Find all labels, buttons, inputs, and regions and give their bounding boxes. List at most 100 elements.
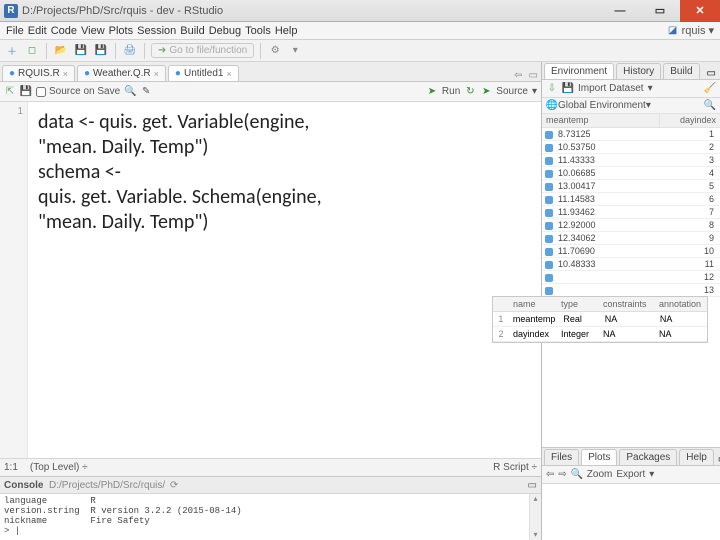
env-row[interactable]: 12.340629	[542, 232, 720, 245]
close-button[interactable]: ✕	[680, 0, 720, 22]
save-button[interactable]: 💾	[73, 43, 89, 59]
zoom-button[interactable]: Zoom	[587, 469, 613, 480]
new-file-button[interactable]: ＋	[4, 43, 20, 59]
source-dropdown[interactable]: ▾	[532, 86, 537, 97]
addins-button[interactable]: ⚙	[267, 43, 283, 59]
tab-build[interactable]: Build	[663, 63, 699, 79]
maximize-button[interactable]: ▭	[640, 0, 680, 22]
env-toolbar: ⇩ 💾 Import Dataset▾ 🧹	[542, 80, 720, 98]
tab-history[interactable]: History	[616, 63, 661, 79]
pane-collapse[interactable]: ▭	[526, 70, 541, 81]
run-icon: ➤	[426, 86, 438, 98]
menu-view[interactable]: View	[81, 25, 105, 37]
plot-area	[542, 484, 720, 540]
scope-selector[interactable]: (Top Level) ÷	[30, 462, 88, 473]
pane-collapse[interactable]: ▭	[714, 454, 720, 465]
env-list: 8.731251 10.537502 11.433333 10.066854 1…	[542, 128, 720, 447]
pane-collapse[interactable]: ▭	[703, 68, 720, 79]
minimize-button[interactable]: —	[600, 0, 640, 22]
editor-statusbar: 1:1 (Top Level) ÷ R Script ÷	[0, 458, 541, 476]
env-row[interactable]: 12.920008	[542, 219, 720, 232]
close-tab-icon[interactable]: ×	[63, 69, 68, 79]
project-label[interactable]: ◪ rquis ▾	[667, 24, 714, 37]
search-env-icon[interactable]: 🔍	[704, 100, 716, 111]
find-icon[interactable]: 🔍	[124, 86, 136, 98]
save-icon[interactable]: 💾	[20, 86, 32, 98]
col-constraints: constraints	[599, 297, 655, 311]
env-scope[interactable]: 🌐 Global Environment▾ 🔍	[542, 98, 720, 114]
env-row[interactable]: 11.433333	[542, 154, 720, 167]
console-clear-icon[interactable]: ⟳	[170, 480, 178, 491]
col-name: name	[509, 297, 557, 311]
app-icon: R	[4, 4, 18, 18]
plot-next[interactable]: ⇨	[558, 469, 566, 480]
env-row[interactable]: 10.066854	[542, 167, 720, 180]
rerun-button[interactable]: ↻	[464, 86, 476, 98]
close-tab-icon[interactable]: ×	[154, 69, 159, 79]
console-collapse[interactable]: ▭	[528, 480, 537, 491]
plot-prev[interactable]: ⇦	[546, 469, 554, 480]
menu-debug[interactable]: Debug	[209, 25, 241, 37]
files-tabs: Files Plots Packages Help ▭	[542, 448, 720, 466]
lower-right-pane: Files Plots Packages Help ▭ ⇦ ⇨ 🔍 Zoom E…	[542, 447, 720, 540]
tab-files[interactable]: Files	[544, 449, 579, 465]
menu-edit[interactable]: Edit	[28, 25, 47, 37]
env-row[interactable]: 10.537502	[542, 141, 720, 154]
wand-icon[interactable]: ✎	[140, 86, 152, 98]
popup-icon[interactable]: ⇱	[4, 86, 16, 98]
import-dataset-button[interactable]: Import Dataset	[578, 83, 644, 94]
export-button[interactable]: Export	[616, 469, 645, 480]
menu-build[interactable]: Build	[180, 25, 204, 37]
save-env-icon[interactable]: 💾	[562, 83, 574, 95]
console-scrollbar[interactable]: ▴▾	[529, 494, 541, 540]
tab-packages[interactable]: Packages	[619, 449, 677, 465]
r-file-icon: ●	[9, 68, 15, 79]
env-row[interactable]: 12	[542, 271, 720, 284]
new-project-button[interactable]: ◻	[24, 43, 40, 59]
tab-rquis[interactable]: ●RQUIS.R×	[2, 65, 75, 81]
source-on-save-checkbox[interactable]: Source on Save	[36, 86, 120, 97]
project-icon: ◪	[667, 25, 679, 37]
window: R D:/Projects/PhD/Src/rquis - dev - RStu…	[0, 0, 720, 540]
env-row[interactable]: 10.4833311	[542, 258, 720, 271]
close-tab-icon[interactable]: ×	[226, 69, 231, 79]
window-title: D:/Projects/PhD/Src/rquis - dev - RStudi…	[22, 5, 600, 17]
clear-env-icon[interactable]: 🧹	[704, 83, 716, 95]
lang-selector[interactable]: R Script ÷	[493, 462, 537, 473]
print-button[interactable]: 🖨	[122, 43, 138, 59]
r-file-icon: ●	[175, 68, 181, 79]
menu-tools[interactable]: Tools	[245, 25, 271, 37]
menu-code[interactable]: Code	[51, 25, 77, 37]
goto-file-input[interactable]: ➜ Go to file/function	[151, 43, 254, 58]
open-file-button[interactable]: 📂	[53, 43, 69, 59]
env-row[interactable]: 11.934627	[542, 206, 720, 219]
menu-plots[interactable]: Plots	[109, 25, 133, 37]
schema-row: 2 dayindex Integer NA NA	[493, 327, 707, 342]
source-toolbar: ⇱ 💾 Source on Save 🔍 ✎ ➤ Run ↻ ➤ Source …	[0, 82, 541, 102]
source-button[interactable]: Source	[496, 86, 528, 97]
schema-row: 1 meantemp Real NA NA	[493, 312, 707, 327]
menu-help[interactable]: Help	[275, 25, 298, 37]
editor[interactable]: 1 data <- quis. get. Variable(engine, "m…	[0, 102, 541, 458]
tab-weather[interactable]: ●Weather.Q.R×	[77, 65, 166, 81]
tab-help[interactable]: Help	[679, 449, 714, 465]
addins-dropdown[interactable]: ▾	[287, 43, 303, 59]
menu-file[interactable]: File	[6, 25, 24, 37]
col-annotation: annotation	[655, 297, 707, 311]
tab-environment[interactable]: Environment	[544, 63, 614, 79]
load-icon[interactable]: ⇩	[546, 83, 558, 95]
r-file-icon: ●	[84, 68, 90, 79]
zoom-icon: 🔍	[571, 469, 583, 481]
tab-untitled[interactable]: ●Untitled1×	[168, 65, 239, 81]
run-button[interactable]: Run	[442, 86, 460, 97]
menu-session[interactable]: Session	[137, 25, 176, 37]
tab-nav-prev[interactable]: ⇦	[511, 70, 525, 81]
tab-plots[interactable]: Plots	[581, 449, 617, 465]
save-all-button[interactable]: 💾	[93, 43, 109, 59]
env-row[interactable]: 11.145836	[542, 193, 720, 206]
env-row[interactable]: 8.731251	[542, 128, 720, 141]
schema-table: name type constraints annotation 1 meant…	[492, 296, 708, 343]
env-row[interactable]: 13.004175	[542, 180, 720, 193]
console[interactable]: language R version.string R version 3.2.…	[0, 494, 541, 540]
env-row[interactable]: 11.7069010	[542, 245, 720, 258]
